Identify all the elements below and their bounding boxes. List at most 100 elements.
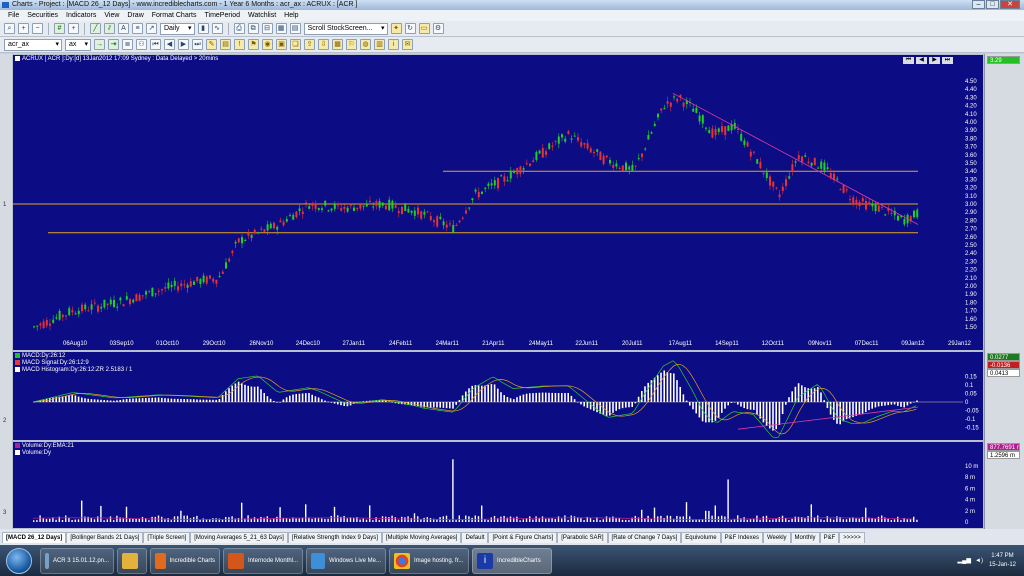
menu-view[interactable]: View (104, 10, 119, 21)
print-icon[interactable]: ⎙ (233, 23, 245, 34)
tab-more[interactable]: >>>>> (839, 531, 865, 543)
macd-chart[interactable]: 0.15 0.1 0.05 0 -0.05 -0.1 -0.15 (13, 352, 985, 442)
tab-triple-screen[interactable]: [Triple Screen] (143, 531, 191, 543)
tab-pf[interactable]: P&F (819, 531, 840, 543)
note-icon[interactable]: ▤ (220, 39, 231, 50)
taskbar-item-windows-live[interactable]: Windows Live Me... (306, 547, 386, 574)
taskbar-item-image-hosting[interactable]: Image hosting, fr... (389, 547, 469, 574)
settings-icon[interactable]: ⚙ (432, 23, 444, 34)
price-panel[interactable]: ACRUX [ ACR ]:Dy:[d] 13Jan2012 17:09 Syd… (12, 54, 984, 351)
taskbar-item-explorer[interactable] (117, 547, 147, 574)
ruler-icon[interactable]: ⊟ (261, 23, 273, 34)
go-icon[interactable]: → (94, 39, 105, 50)
folder-icon[interactable]: ▭ (418, 23, 430, 34)
menu-draw[interactable]: Draw (127, 10, 143, 21)
tab-point-figure[interactable]: [Point & Figure Charts] (488, 531, 558, 543)
mail-icon[interactable]: ✉ (402, 39, 413, 50)
tab-moving-averages[interactable]: [Moving Averages 5_21_63 Days] (190, 531, 288, 543)
pencil-icon[interactable]: ✎ (206, 39, 217, 50)
grid-icon[interactable]: # (54, 23, 65, 34)
tab-weekly[interactable]: Weekly (762, 531, 791, 543)
trendline-icon[interactable]: ╱ (90, 23, 101, 34)
tab-bollinger[interactable]: [Bollinger Bands 21 Days] (66, 531, 144, 543)
tab-default[interactable]: Default (461, 531, 489, 543)
line-chart-icon[interactable]: ∿ (211, 23, 223, 34)
layer-icon[interactable]: ❏ (290, 39, 301, 50)
refresh-icon[interactable]: ↻ (404, 23, 416, 34)
macd-histogram-bar (237, 381, 240, 402)
clipboard-icon[interactable]: ▤ (289, 23, 301, 34)
calculator-icon[interactable]: ▦ (332, 39, 343, 50)
taskbar-item-internode[interactable]: Internode Monthl... (223, 547, 303, 574)
bookmark-icon[interactable]: ⚑ (248, 39, 259, 50)
volume-icon[interactable]: ◄) (975, 558, 983, 564)
taskbar-item-image[interactable]: ACR 3 15.01.12.pn... (40, 547, 114, 574)
menu-watchlist[interactable]: Watchlist (248, 10, 276, 21)
macd-panel[interactable]: MACD:Dy:26:12 MACD Signal:Dy:26:12:9 MAC… (12, 351, 984, 441)
candle-body (753, 151, 755, 153)
volume-chart[interactable]: 10 m 8 m 6 m 4 m 2 m 0 (13, 442, 985, 530)
volume-bar (855, 518, 857, 522)
next-page-icon[interactable]: ▶ (178, 39, 189, 50)
last-icon[interactable]: ⏭ (192, 39, 203, 50)
tab-parabolic-sar[interactable]: [Parabolic SAR] (557, 531, 608, 543)
menu-format-charts[interactable]: Format Charts (152, 10, 197, 21)
table-icon[interactable]: ▦ (275, 23, 287, 34)
price-chart[interactable]: 4.50 4.40 4.30 4.20 4.10 4.00 3.90 3.80 3.70 3.60… (13, 55, 985, 352)
globe-icon[interactable]: ◍ (360, 39, 371, 50)
tab-rate-of-change[interactable]: [Rate of Change 7 Days] (607, 531, 682, 543)
export-icon[interactable]: ⇪ (304, 39, 315, 50)
crosshair-icon[interactable]: + (68, 23, 79, 34)
binoculars-icon[interactable]: ⚇ (136, 39, 147, 50)
flag-icon[interactable]: ⚐ (346, 39, 357, 50)
screen-icon[interactable]: ▣ (276, 39, 287, 50)
close-button[interactable]: ✕ (1000, 0, 1020, 9)
menu-help[interactable]: Help (284, 10, 298, 21)
alert-icon[interactable]: ! (234, 39, 245, 50)
arrow-icon[interactable]: ↗ (146, 23, 157, 34)
minimize-button[interactable]: – (972, 0, 985, 9)
clock[interactable]: 1:47 PM 15-Jan-12 (989, 552, 1016, 570)
menu-indicators[interactable]: Indicators (66, 10, 96, 21)
tab-pf-indexes[interactable]: P&F Indexes (720, 531, 763, 543)
maximize-button[interactable]: □ (986, 0, 999, 9)
tab-equivolume[interactable]: Equivolume (681, 531, 721, 543)
scroll-stockscreen-select[interactable]: Scroll StockScreen... (303, 22, 388, 35)
macd-histogram-bar (74, 395, 77, 402)
import-icon[interactable]: ⇩ (318, 39, 329, 50)
tab-macd[interactable]: [MACD 26_12 Days] (2, 531, 67, 543)
exchange-select[interactable]: ax (65, 38, 91, 51)
channel-icon[interactable]: ⫽ (104, 23, 115, 34)
tab-multiple-ma[interactable]: [Multiple Moving Averages] (381, 531, 462, 543)
x-tick-label: 22Jun11 (575, 341, 598, 347)
chart-icon[interactable]: ▥ (374, 39, 385, 50)
search-icon[interactable]: ⌕ (4, 23, 15, 34)
volume-bar (599, 520, 601, 522)
star-icon[interactable]: ✦ (390, 23, 402, 34)
info-icon[interactable]: i (388, 39, 399, 50)
list-icon[interactable]: ≣ (122, 39, 133, 50)
network-icon[interactable]: ▂▄▆ (958, 557, 971, 564)
fibonacci-icon[interactable]: ≡ (132, 23, 143, 34)
first-icon[interactable]: ⏮ (150, 39, 161, 50)
menu-securities[interactable]: Securities (27, 10, 58, 21)
menu-timeperiod[interactable]: TimePeriod (205, 10, 241, 21)
taskbar-item-incredible-charts[interactable]: Incredible Charts (150, 547, 220, 574)
bar-chart-icon[interactable]: ▮ (197, 23, 209, 34)
zoom-out-icon[interactable]: − (32, 23, 43, 34)
start-button[interactable] (6, 547, 32, 574)
period-select[interactable]: Daily (160, 22, 195, 35)
tab-monthly[interactable]: Monthly (790, 531, 820, 543)
watch-icon[interactable]: ◉ (262, 39, 273, 50)
menu-file[interactable]: File (8, 10, 19, 21)
taskbar-item-incrediblecharts[interactable]: i IncredibleCharts (472, 547, 552, 574)
volume-panel[interactable]: Volume:Dy:EMA:21 Volume:Dy 10 m8 m6 m4 m… (12, 441, 984, 529)
text-icon[interactable]: A (118, 23, 129, 34)
volume-bar (865, 507, 867, 522)
prev-icon[interactable]: ◀ (164, 39, 175, 50)
copy-icon[interactable]: ⧉ (247, 23, 259, 34)
zoom-in-icon[interactable]: + (18, 23, 29, 34)
next-icon[interactable]: ⇥ (108, 39, 119, 50)
tab-rsi[interactable]: [Relative Strength Index 9 Days] (287, 531, 382, 543)
symbol-input[interactable]: acr_ax (4, 38, 62, 51)
